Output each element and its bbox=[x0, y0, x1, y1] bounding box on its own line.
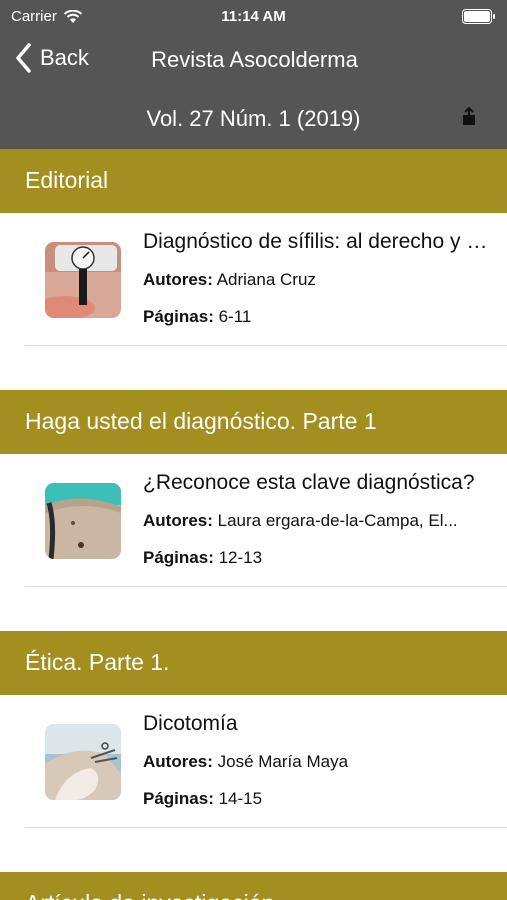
article-title: ¿Reconoce esta clave diagnóstica? bbox=[143, 471, 475, 494]
article-thumbnail bbox=[45, 242, 121, 318]
article-thumbnail bbox=[45, 483, 121, 559]
section-header-investigacion: Artículo de investigación bbox=[0, 872, 507, 900]
section-header-etica: Ética. Parte 1. bbox=[0, 631, 507, 695]
article-pages: Páginas: 12-13 bbox=[143, 548, 263, 567]
app-title: Revista Asocolderma bbox=[151, 47, 358, 72]
article-row[interactable]: ¿Reconoce esta clave diagnóstica? Autore… bbox=[0, 454, 507, 587]
divider bbox=[25, 345, 507, 346]
article-authors: Autores: Adriana Cruz bbox=[143, 270, 316, 289]
article-pages: Páginas: 14-15 bbox=[143, 789, 263, 808]
article-row[interactable]: Diagnóstico de sífilis: al derecho y al … bbox=[0, 213, 507, 346]
navigation-bar: Back Revista Asocolderma bbox=[0, 38, 507, 82]
share-icon[interactable] bbox=[461, 107, 477, 127]
article-title: Diagnóstico de sífilis: al derecho y al … bbox=[143, 230, 488, 253]
issue-title: Vol. 27 Núm. 1 (2019) bbox=[146, 106, 361, 131]
article-thumbnail bbox=[45, 724, 121, 800]
divider bbox=[25, 586, 507, 587]
section-header-editorial: Editorial bbox=[0, 149, 507, 213]
article-pages: Páginas: 6-11 bbox=[143, 307, 252, 326]
article-authors: Autores: Laura ergara-de-la-Campa, El... bbox=[143, 511, 458, 530]
article-authors: Autores: José María Maya bbox=[143, 752, 349, 771]
article-title: Dicotomía bbox=[143, 712, 238, 735]
battery-icon bbox=[462, 9, 495, 24]
status-bar: Carrier 11:14 AM bbox=[0, 0, 507, 34]
app-header: Carrier 11:14 AM Back Revista Asocolderm… bbox=[0, 0, 507, 149]
divider bbox=[25, 827, 507, 828]
article-row[interactable]: Dicotomía Autores: José María Maya Págin… bbox=[0, 695, 507, 828]
issue-bar: Vol. 27 Núm. 1 (2019) bbox=[0, 100, 507, 140]
status-time: 11:14 AM bbox=[221, 8, 286, 25]
section-header-diagnostico: Haga usted el diagnóstico. Parte 1 bbox=[0, 390, 507, 454]
